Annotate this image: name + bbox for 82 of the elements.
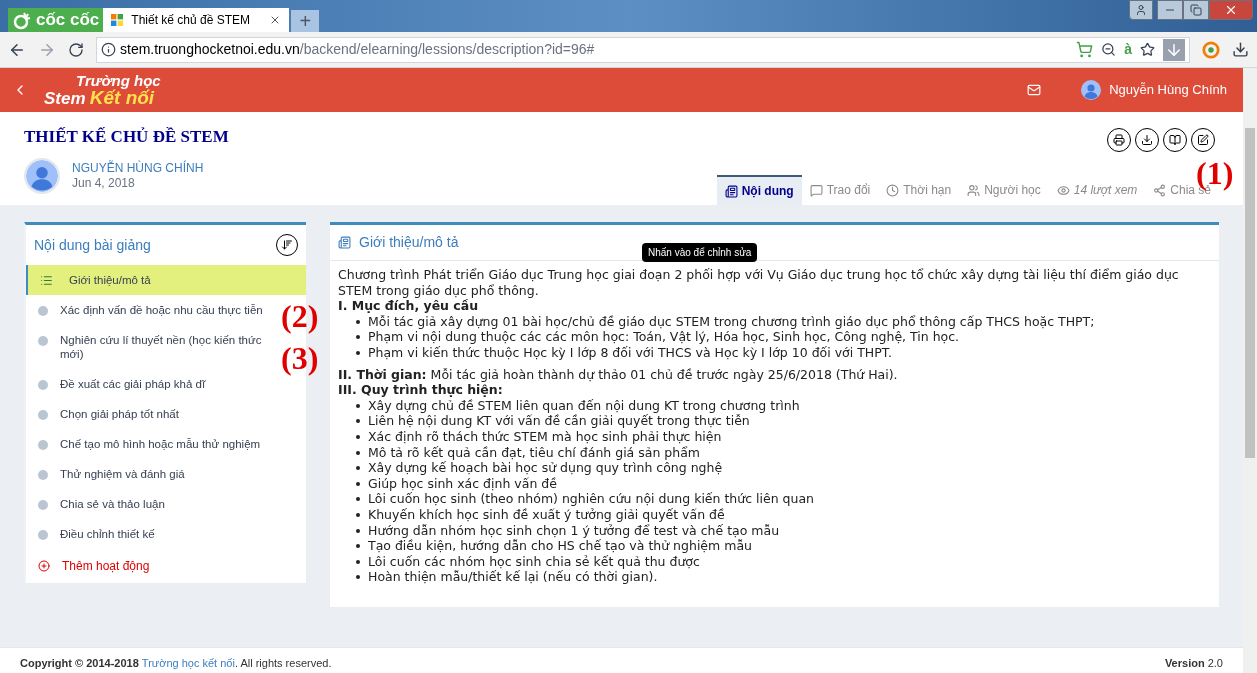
content-paragraph: II. Thời gian: Mỗi tác giả hoàn thành dự thảo 01 chủ đề trước ngày 25/6/2018 (Thứ Hai).	[338, 366, 899, 383]
eye-icon	[1056, 183, 1070, 197]
site-logo[interactable]: Trường học Stem Kết nối	[44, 73, 161, 107]
copyright-text: Copyright © 2014-2018 Trường học kết nối. All rights reserved.	[20, 656, 332, 672]
bullet-text: Xác định rõ thách thức STEM mà học sinh phải thực hiện	[368, 428, 722, 445]
bullet-text: Mô tả rõ kết quả cần đạt, tiêu chí đánh giá sản phẩm	[368, 444, 700, 461]
content-tab[interactable]: Người học	[959, 175, 1049, 205]
book-icon	[1169, 134, 1181, 146]
zoom-out-icon[interactable]	[1101, 42, 1117, 57]
bullet-text: Giúp học sinh xác định vấn đề	[368, 475, 557, 492]
annotation-mark: (2)	[281, 300, 319, 332]
bullet-text: Tạo điều kiện, hướng dẫn cho HS chế tạo và thử nghiệm mẫu	[368, 538, 752, 554]
content-paragraph: Chương trình Phát triển Giáo dục Trung học giai đoạn 2 phối hợp với Vụ Giáo dục trung học tổ chức xây dựng tài liệu thí điểm giáo dục STEM trong giáo dục phổ thông.	[338, 267, 1180, 299]
edit-tooltip: Nhấn vào để chỉnh sửa	[642, 243, 758, 262]
downloads-icon[interactable]	[1232, 41, 1249, 58]
brand-logo-icon	[12, 10, 32, 30]
pencil-icon	[1197, 134, 1209, 146]
version-text: Version 2.0	[1164, 656, 1223, 672]
cart-icon[interactable]	[1076, 41, 1094, 58]
share-icon	[1153, 183, 1167, 197]
new-tab-button[interactable]: +	[291, 10, 320, 32]
newspaper-icon	[724, 184, 738, 198]
chat-bubble-icon	[809, 183, 823, 197]
user-name[interactable]: Nguyễn Hùng Chính	[1109, 80, 1227, 100]
reload-icon[interactable]	[68, 41, 84, 58]
browser-brand[interactable]: cốc cốc	[8, 8, 104, 32]
add-activity-link[interactable]: Thêm hoạt động	[26, 549, 162, 583]
sidebar-item[interactable]: Thử nghiệm và đánh giá	[26, 459, 280, 489]
bullet-text: Xây dựng chủ đề STEM liên quan đến nội dung KT trong chương trình	[368, 397, 800, 414]
sidebar-item[interactable]: Chia sẻ và thảo luận	[26, 489, 280, 519]
sidebar-item[interactable]: Điều chỉnh thiết kế	[26, 519, 280, 549]
user-avatar	[1081, 80, 1102, 100]
scrollbar[interactable]	[1243, 68, 1257, 673]
bullet-text: Lôi cuốn học sinh (theo nhóm) nghiên cứu nội dung kiến thức liên quan	[368, 491, 815, 507]
download-icon	[1141, 134, 1153, 146]
content-tab[interactable]: Nội dung	[716, 175, 802, 205]
sidebar-item[interactable]: Giới thiệu/mô tả	[26, 265, 306, 295]
bullet-text: Hướng dẫn nhóm học sinh chọn 1 ý tưởng để test và chế tạo mẫu	[368, 522, 780, 539]
sidebar-title: Nội dung bài giảng	[34, 235, 151, 255]
printer-icon	[1113, 134, 1125, 146]
author-avatar	[24, 157, 60, 194]
list-icon	[40, 274, 53, 287]
sidebar-item[interactable]: Chế tạo mô hình hoặc mẫu thử nghiệm	[26, 429, 280, 459]
bullet-text: Phạm vi kiến thức thuộc Học kỳ I lớp 8 đối với THCS và Học kỳ I lớp 10 đối với THPT.	[368, 344, 892, 361]
mail-icon[interactable]	[1027, 83, 1042, 97]
sidebar-item[interactable]: Đề xuất các giải pháp khả dĩ	[26, 369, 280, 399]
bullet-text: Phạm vi nội dung thuộc các các môn học: Toán, Vật lý, Hóa học, Sinh học, Công nghệ, Tin học.	[368, 329, 960, 345]
sort-icon	[281, 239, 293, 251]
content-tab[interactable]: Trao đổi	[801, 175, 879, 205]
annotation-mark: (3)	[281, 342, 319, 374]
panel-icon	[338, 236, 351, 249]
bullet-text: Xây dựng kế hoạch bài học sử dụng quy trình công nghệ	[368, 460, 723, 476]
site-link[interactable]: Trường học kết nối	[141, 657, 235, 670]
sidebar-item[interactable]: Chọn giải pháp tốt nhất	[26, 399, 280, 429]
info-icon	[101, 42, 116, 57]
favicon-icon	[111, 14, 124, 26]
extension-icon[interactable]	[1202, 40, 1220, 59]
bookmark-icon[interactable]	[1140, 42, 1155, 57]
translate-glyph[interactable]: à	[1124, 39, 1132, 60]
bullet-text: Liên hệ nội dung KT với vấn đề cần giải quyết trong thực tiễn	[368, 413, 750, 429]
bullet-text: Hoàn thiện mẫu/thiết kế lại (nếu có thời gian).	[368, 569, 658, 585]
browser-tab[interactable]: Thiết kế chủ đề STEM	[103, 8, 290, 32]
restore-icon[interactable]	[1183, 0, 1209, 20]
lesson-title: THIẾT KẾ CHỦ ĐỀ STEM	[24, 126, 229, 148]
people-icon	[967, 183, 981, 197]
panel-title: Giới thiệu/mô tả	[359, 233, 459, 252]
bullet-text: Mỗi tác giả xây dựng 01 bài học/chủ đề giáo dục STEM trong chương trình giáo dục phổ thông cấp THCS hoặc THPT;	[368, 313, 1095, 330]
minimize-icon[interactable]	[1157, 0, 1183, 20]
address-field[interactable]: stem.truonghocketnoi.edu.vn/backend/elearning/lessions/description?id=96# à	[96, 36, 1190, 63]
sidebar-item[interactable]: Nghiên cứu lí thuyết nền (học kiến thức mới)	[26, 325, 280, 369]
section-heading: III. Quy trình thực hiện:	[338, 382, 504, 398]
author-name[interactable]: NGUYỄN HÙNG CHÍNH	[72, 160, 204, 176]
content-tab[interactable]: Thời hạn	[878, 175, 960, 205]
bullet-text: Lôi cuốn các nhóm học sinh chia sẻ kết quả thu được	[368, 553, 700, 570]
sidebar-item[interactable]: Xác định vấn đề hoặc nhu cầu thực tiễn	[26, 295, 280, 325]
clock-icon	[886, 183, 900, 197]
content-tab[interactable]: 14 lượt xem	[1048, 175, 1146, 205]
plus-circle-icon	[38, 560, 50, 572]
profile-icon[interactable]	[1129, 0, 1153, 20]
section-heading: I. Mục đích, yêu cầu	[338, 298, 480, 314]
bullet-text: Khuyến khích học sinh đề xuất ý tưởng giải quyết vấn đề	[368, 506, 725, 523]
post-date: Jun 4, 2018	[72, 175, 136, 191]
